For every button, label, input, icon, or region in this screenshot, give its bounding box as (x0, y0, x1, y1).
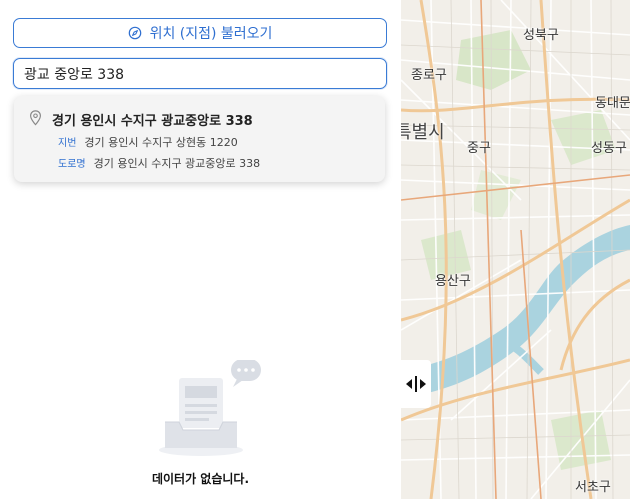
map-label-seongdong: 성동구 (591, 141, 627, 156)
jibun-row: 지번 경기 용인시 수지구 상현동 1220 (58, 134, 238, 150)
load-location-label: 위치 (지점) 불러오기 (149, 26, 273, 42)
map-label-dongdaemun: 동대문 (595, 96, 630, 111)
jibun-tag: 지번 (58, 138, 77, 149)
compass-icon (128, 26, 141, 40)
left-panel: 위치 (지점) 불러오기 경기 용인시 수지구 광교중앙로 338 지번 경기 … (0, 0, 401, 499)
address-search-input[interactable] (14, 59, 386, 88)
road-row: 도로명 경기 용인시 수지구 광교중앙로 338 (58, 155, 260, 171)
address-suggestion[interactable]: 경기 용인시 수지구 광교중앙로 338 지번 경기 용인시 수지구 상현동 1… (14, 96, 385, 182)
empty-inbox-icon (159, 360, 261, 456)
load-location-button[interactable]: 위치 (지점) 불러오기 (13, 18, 387, 48)
suggestion-title: 경기 용인시 수지구 광교중앙로 338 (52, 114, 253, 129)
empty-state: 데이터가 없습니다. (0, 360, 401, 490)
map-label-seongbuk: 성북구 (523, 28, 559, 43)
map-label-yongsan: 용산구 (435, 274, 471, 289)
map-label-seocho: 서초구 (575, 480, 611, 495)
map-pin-icon (30, 110, 41, 126)
map-label-teukbyeolsi: 특별시 (401, 122, 445, 143)
road-address: 경기 용인시 수지구 광교중앙로 338 (93, 157, 261, 170)
road-tag: 도로명 (58, 159, 86, 170)
resize-horizontal-icon (406, 376, 426, 392)
panel-resize-handle[interactable] (401, 360, 431, 408)
search-field[interactable] (13, 58, 387, 89)
jibun-address: 경기 용인시 수지구 상현동 1220 (84, 136, 238, 149)
empty-state-text: 데이터가 없습니다. (151, 472, 250, 486)
map-view[interactable]: 성북구 종로구 동대문 특별시 중구 성동구 용산구 서초구 (401, 0, 630, 499)
map-label-jongno: 종로구 (411, 68, 447, 83)
map-label-jung: 중구 (467, 141, 491, 156)
